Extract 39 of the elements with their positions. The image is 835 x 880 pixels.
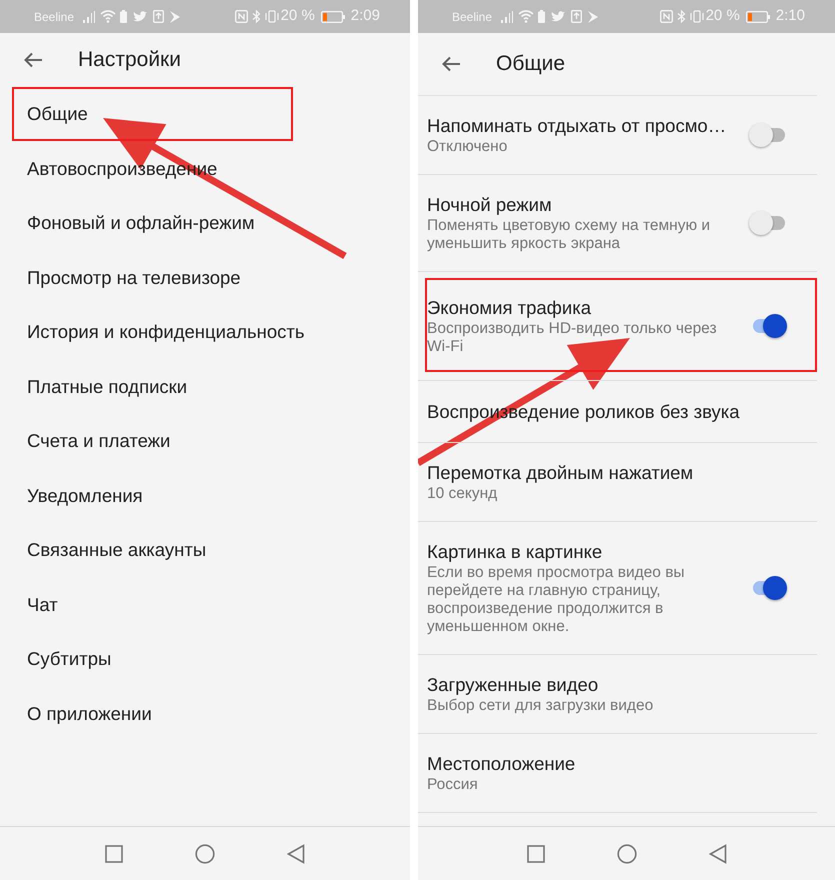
settings-item[interactable]: О приложении (0, 686, 410, 741)
setting-description: Воспроизводить HD-видео только через Wi-Fi (427, 320, 718, 356)
settings-item[interactable]: Общие (0, 87, 410, 142)
settings-row[interactable]: Загруженные видео Выбор сети для загрузки видео (418, 655, 817, 734)
setting-title: Ночной режим (427, 193, 553, 217)
settings-item[interactable]: История и конфиденциальность (0, 305, 410, 360)
setting-title: Местоположение (427, 752, 576, 776)
settings-item[interactable]: Чат (0, 578, 410, 632)
settings-item[interactable]: Просмотр на телевизоре (0, 250, 410, 305)
settings-item[interactable]: Платные подписки (0, 360, 410, 414)
setting-description: Россия (427, 776, 479, 794)
setting-description: Если во время просмотра видео вы перейдете на главную страницу, воспроизведение продолжится в уменьшенном окне. (427, 564, 686, 636)
battery-percent: 20 % (706, 6, 740, 26)
setting-title: Загруженные видео (427, 673, 600, 697)
setting-description: Поменять цветовую схему на темную и уменьшить яркость экрана (427, 217, 712, 253)
carrier-name: Beeline (34, 8, 74, 26)
settings-item[interactable]: Фоновый и офлайн-режим (0, 196, 410, 250)
settings-item[interactable]: Субтитры (0, 632, 410, 686)
settings-item[interactable]: Уведомления (0, 468, 410, 523)
settings-item[interactable]: Счета и платежи (0, 414, 410, 468)
settings-row[interactable]: Напоминать отдыхать от просмо… Отключено (418, 96, 817, 175)
settings-item[interactable]: Связанные аккаунты (0, 523, 410, 578)
carrier-name: Beeline (452, 8, 492, 26)
settings-row[interactable]: Местоположение Россия (418, 734, 817, 813)
setting-title: Картинка в картинке (427, 540, 604, 564)
battery-percent: 20 % (280, 6, 315, 26)
clock: 2:09 (350, 6, 380, 26)
screen-title: Настройки (78, 47, 181, 74)
setting-title: Напоминать отдыхать от просмо… (427, 114, 728, 138)
setting-title: Перемотка двойным нажатием (427, 461, 694, 485)
clock: 2:10 (776, 6, 805, 26)
setting-title: Экономия трафика (427, 296, 592, 320)
setting-description: Отключено (427, 138, 508, 156)
settings-row[interactable]: Ночной режим Поменять цветовую схему на темную и уменьшить яркость экрана (418, 175, 817, 272)
settings-row[interactable]: Перемотка двойным нажатием 10 секунд (418, 443, 817, 522)
settings-row[interactable]: Картинка в картинке Если во время просмотра видео вы перейдете на главную страницу, воспроизведение продолжится в уменьшенном окне. (418, 522, 817, 655)
setting-description: 10 секунд (427, 485, 498, 503)
screen-title: Общие (496, 51, 566, 78)
setting-description: Выбор сети для загрузки видео (427, 697, 654, 715)
